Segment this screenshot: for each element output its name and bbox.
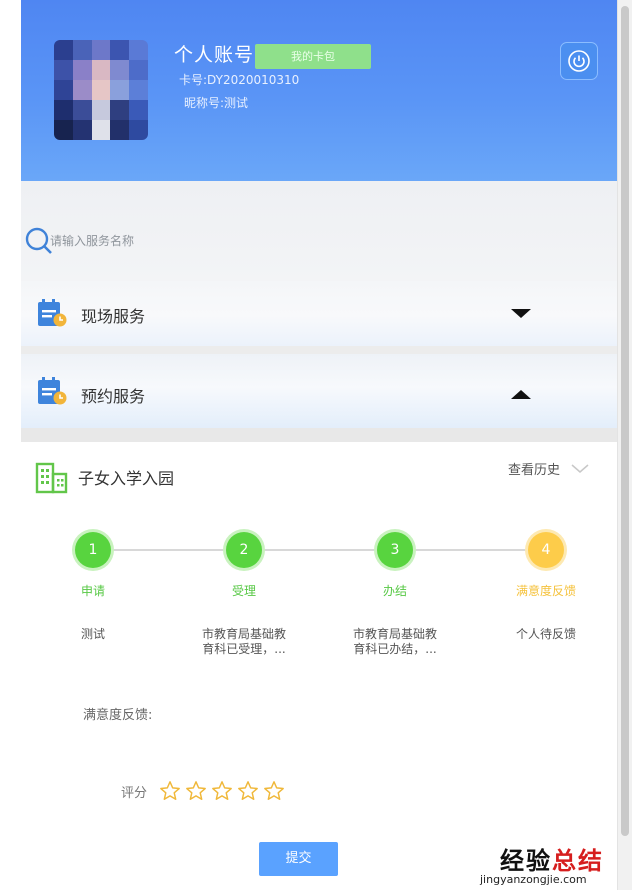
step-desc-line: 育科已受理，... [202,642,286,656]
step-desc-line: 市教育局基础教 [352,627,437,641]
step-2-label: 受理 [231,584,256,598]
star-icon[interactable] [263,780,285,802]
star-icon[interactable] [159,780,181,802]
step-desc-line: 市教育局基础教 [201,627,286,641]
account-header: 个人账号 我的卡包 卡号:DY2020010310 昵称号:测试 [21,0,617,181]
progress-steps: 1 2 3 4 申请 受理 办结 满意度反馈 测试 市教育局基础教 育科已受理，… [21,532,617,662]
account-title: 个人账号 [174,44,255,66]
step-desc-line: 测试 [80,627,105,641]
watermark-url: jingyanzongjie.com [480,873,587,886]
service-row-appointment[interactable]: 预约服务 [21,354,617,428]
service-row-onsite[interactable]: 现场服务 [21,281,617,351]
step-connector [415,549,526,551]
service-label-appointment: 预约服务 [81,387,146,406]
watermark: 经验总结 jingyanzongjie.com [480,841,632,890]
star-icon[interactable] [211,780,233,802]
step-1-description: 测试 [43,627,143,642]
view-history-link[interactable]: 查看历史 [508,459,560,478]
search-input[interactable] [50,231,350,251]
step-connector [113,549,224,551]
star-icon[interactable] [237,780,259,802]
expand-arrow-icon[interactable] [511,309,531,318]
submit-button[interactable]: 提交 [259,842,338,876]
avatar [54,40,148,140]
scrollbar[interactable] [617,0,632,890]
divider [21,346,617,354]
step-3-description: 市教育局基础教 育科已办结，... [345,627,445,657]
calendar-service-icon [38,299,67,327]
watermark-text-red: 总结 [552,847,604,875]
step-1-label: 申请 [80,584,105,598]
step-1-circle: 1 [75,532,111,568]
step-4-circle: 4 [528,532,564,568]
divider [21,428,617,442]
step-connector [264,549,375,551]
step-4-label: 满意度反馈 [515,584,576,598]
logout-button[interactable] [560,42,598,80]
scrollbar-thumb[interactable] [621,6,629,836]
card-number: 卡号:DY2020010310 [179,73,300,87]
chevron-down-icon[interactable] [570,462,590,476]
watermark-text: 经验 [500,847,552,875]
service-label-onsite: 现场服务 [81,307,146,326]
rating-label: 评分 [121,786,148,801]
card-wallet-button[interactable]: 我的卡包 [255,44,371,69]
step-3-circle: 3 [377,532,413,568]
watermark-logo-text: 经验总结 [500,841,604,876]
feedback-label: 满意度反馈: [83,708,153,723]
collapse-arrow-icon[interactable] [511,390,531,399]
step-2-circle: 2 [226,532,262,568]
step-3-label: 办结 [382,584,407,598]
nickname: 昵称号:测试 [184,96,249,110]
step-4-description: 个人待反馈 [496,627,596,642]
power-icon [568,50,590,72]
appointment-detail: 子女入学入园 查看历史 1 2 3 4 申请 受理 办结 满意度反馈 测试 市教… [21,442,617,890]
star-icon[interactable] [185,780,207,802]
calendar-service-icon [38,377,67,405]
step-desc-line: 个人待反馈 [515,627,576,641]
step-desc-line: 育科已办结，... [353,642,437,656]
building-icon [35,462,68,494]
star-rating[interactable] [159,780,285,802]
search-bar [21,181,617,281]
step-2-description: 市教育局基础教 育科已受理，... [194,627,294,657]
section-title: 子女入学入园 [78,469,175,488]
service-panel: 个人账号 我的卡包 卡号:DY2020010310 昵称号:测试 请输入服务名称… [21,0,617,890]
